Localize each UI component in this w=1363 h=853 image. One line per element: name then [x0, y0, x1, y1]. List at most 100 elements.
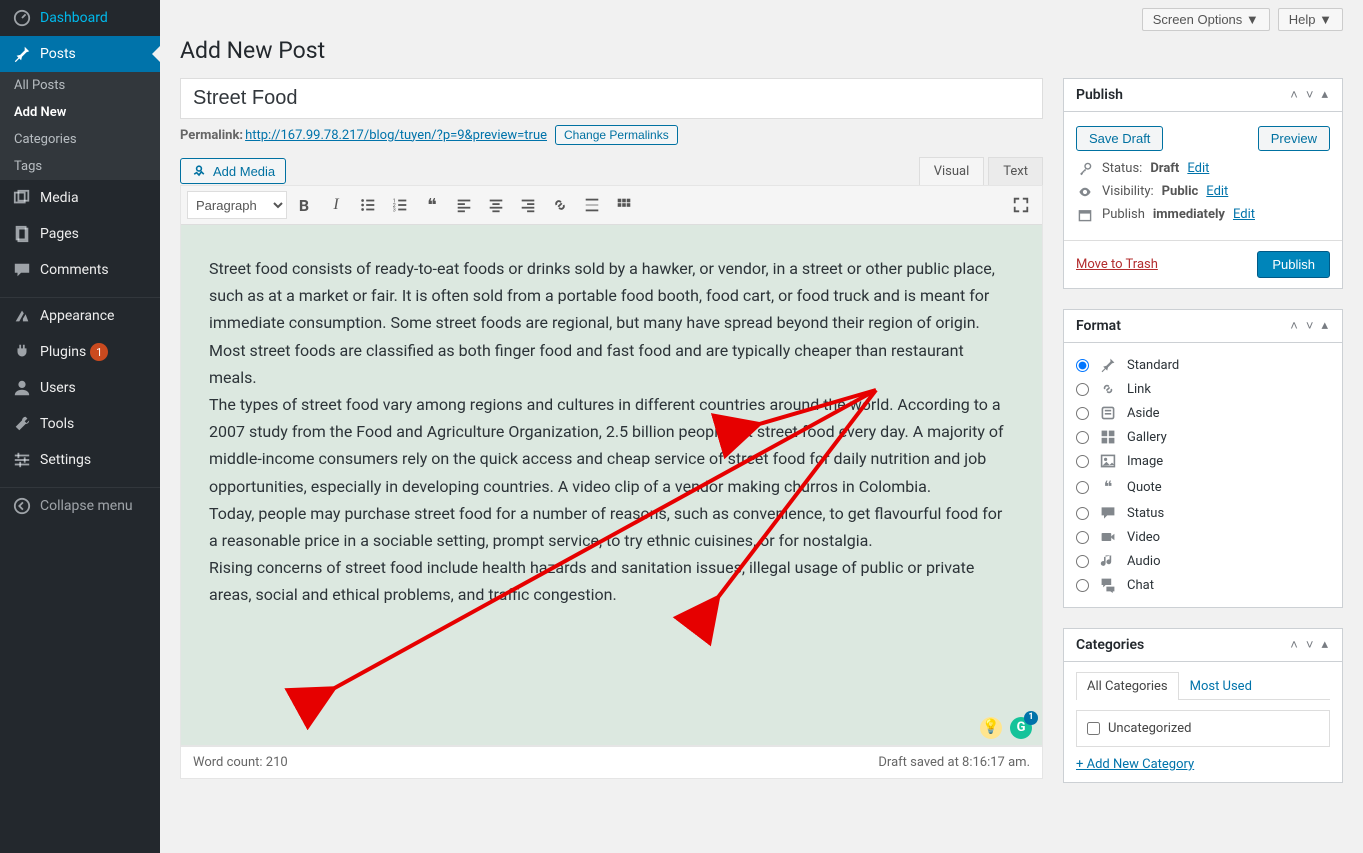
blockquote-button[interactable]: ❝ — [417, 190, 447, 220]
format-option-video[interactable]: Video — [1076, 525, 1330, 549]
toggle-icon[interactable]: ▴ — [1319, 87, 1330, 103]
move-up-icon[interactable]: ˄ — [1288, 318, 1300, 334]
permalink-url[interactable]: http://167.99.78.217/blog/tuyen/?p=9&pre… — [245, 128, 547, 143]
format-radio[interactable] — [1076, 431, 1089, 444]
format-option-quote[interactable]: ❝Quote — [1076, 473, 1330, 501]
collapse-icon — [12, 496, 32, 516]
format-title: Format — [1076, 318, 1121, 334]
preview-button[interactable]: Preview — [1258, 126, 1330, 151]
submenu-all-posts[interactable]: All Posts — [0, 72, 160, 99]
format-select[interactable]: Paragraph — [187, 191, 287, 219]
help-button[interactable]: Help ▼ — [1278, 8, 1343, 31]
add-new-category-link[interactable]: + Add New Category — [1076, 757, 1194, 772]
status-label: Status: — [1102, 161, 1142, 176]
menu-plugins[interactable]: Plugins 1 — [0, 334, 160, 370]
format-option-aside[interactable]: Aside — [1076, 401, 1330, 425]
link-icon — [1099, 381, 1117, 397]
format-option-image[interactable]: Image — [1076, 449, 1330, 473]
toggle-icon[interactable]: ▴ — [1319, 637, 1330, 653]
tab-text[interactable]: Text — [988, 157, 1043, 185]
tab-visual[interactable]: Visual — [919, 157, 985, 185]
number-list-button[interactable]: 123 — [385, 190, 415, 220]
format-option-standard[interactable]: Standard — [1076, 353, 1330, 377]
screen-options-button[interactable]: Screen Options ▼ — [1142, 8, 1270, 31]
toolbar-toggle-button[interactable] — [609, 190, 639, 220]
menu-pages[interactable]: Pages — [0, 216, 160, 252]
submenu-tags[interactable]: Tags — [0, 153, 160, 180]
publish-button[interactable]: Publish — [1257, 251, 1330, 278]
menu-tools[interactable]: Tools — [0, 406, 160, 442]
menu-posts[interactable]: Posts — [0, 36, 160, 72]
pin-icon — [12, 44, 32, 64]
fullscreen-button[interactable] — [1006, 190, 1036, 220]
format-option-link[interactable]: Link — [1076, 377, 1330, 401]
move-to-trash-link[interactable]: Move to Trash — [1076, 257, 1158, 272]
link-button[interactable] — [545, 190, 575, 220]
status-value: Draft — [1150, 161, 1179, 176]
audio-icon — [1099, 553, 1117, 569]
move-down-icon[interactable]: ˅ — [1304, 87, 1316, 103]
category-checkbox[interactable] — [1087, 722, 1100, 735]
format-option-audio[interactable]: Audio — [1076, 549, 1330, 573]
format-radio[interactable] — [1076, 481, 1089, 494]
menu-media[interactable]: Media — [0, 180, 160, 216]
submenu-add-new[interactable]: Add New — [0, 99, 160, 126]
categories-tab-most-used[interactable]: Most Used — [1179, 672, 1263, 700]
image-icon — [1099, 453, 1117, 469]
align-right-button[interactable] — [513, 190, 543, 220]
post-title-input[interactable] — [180, 78, 1043, 119]
categories-tab-all[interactable]: All Categories — [1076, 672, 1179, 700]
italic-button[interactable]: I — [321, 190, 351, 220]
format-radio[interactable] — [1076, 455, 1089, 468]
align-left-button[interactable] — [449, 190, 479, 220]
move-up-icon[interactable]: ˄ — [1288, 637, 1300, 653]
menu-appearance[interactable]: Appearance — [0, 298, 160, 334]
menu-dashboard[interactable]: Dashboard — [0, 0, 160, 36]
format-radio[interactable] — [1076, 555, 1089, 568]
editor-body[interactable]: Street food consists of ready-to-eat foo… — [181, 225, 1042, 745]
category-item[interactable]: Uncategorized — [1087, 721, 1319, 736]
menu-users[interactable]: Users — [0, 370, 160, 406]
format-option-status[interactable]: Status — [1076, 501, 1330, 525]
format-radio[interactable] — [1076, 359, 1089, 372]
align-center-button[interactable] — [481, 190, 511, 220]
submenu-categories[interactable]: Categories — [0, 126, 160, 153]
edit-visibility-link[interactable]: Edit — [1206, 184, 1228, 199]
format-option-gallery[interactable]: Gallery — [1076, 425, 1330, 449]
format-radio[interactable] — [1076, 383, 1089, 396]
settings-icon — [12, 450, 32, 470]
aside-icon — [1099, 405, 1117, 421]
key-icon — [1076, 162, 1094, 176]
format-radio[interactable] — [1076, 407, 1089, 420]
publish-title: Publish — [1076, 87, 1123, 103]
bold-button[interactable]: B — [289, 190, 319, 220]
menu-settings[interactable]: Settings — [0, 442, 160, 478]
readmore-button[interactable] — [577, 190, 607, 220]
menu-collapse[interactable]: Collapse menu — [0, 488, 160, 524]
bullet-list-button[interactable] — [353, 190, 383, 220]
lightbulb-icon[interactable]: 💡 — [980, 717, 1002, 739]
format-option-chat[interactable]: Chat — [1076, 573, 1330, 597]
calendar-icon — [1076, 208, 1094, 222]
format-radio[interactable] — [1076, 579, 1089, 592]
edit-status-link[interactable]: Edit — [1187, 161, 1209, 176]
move-down-icon[interactable]: ˅ — [1304, 637, 1316, 653]
media-icon — [12, 188, 32, 208]
draft-saved-status: Draft saved at 8:16:17 am. — [878, 755, 1030, 770]
add-media-button[interactable]: Add Media — [180, 158, 286, 184]
appearance-icon — [12, 306, 32, 326]
toggle-icon[interactable]: ▴ — [1319, 318, 1330, 334]
move-down-icon[interactable]: ˅ — [1304, 318, 1316, 334]
menu-comments[interactable]: Comments — [0, 252, 160, 288]
comments-icon — [12, 260, 32, 280]
change-permalinks-button[interactable]: Change Permalinks — [555, 125, 678, 145]
dashboard-icon — [12, 8, 32, 28]
posts-submenu: All Posts Add New Categories Tags — [0, 72, 160, 180]
save-draft-button[interactable]: Save Draft — [1076, 126, 1163, 151]
format-radio[interactable] — [1076, 531, 1089, 544]
grammarly-icon[interactable]: G1 — [1010, 717, 1032, 739]
move-up-icon[interactable]: ˄ — [1288, 87, 1300, 103]
format-label: Link — [1127, 382, 1151, 397]
edit-schedule-link[interactable]: Edit — [1233, 207, 1255, 222]
format-radio[interactable] — [1076, 507, 1089, 520]
